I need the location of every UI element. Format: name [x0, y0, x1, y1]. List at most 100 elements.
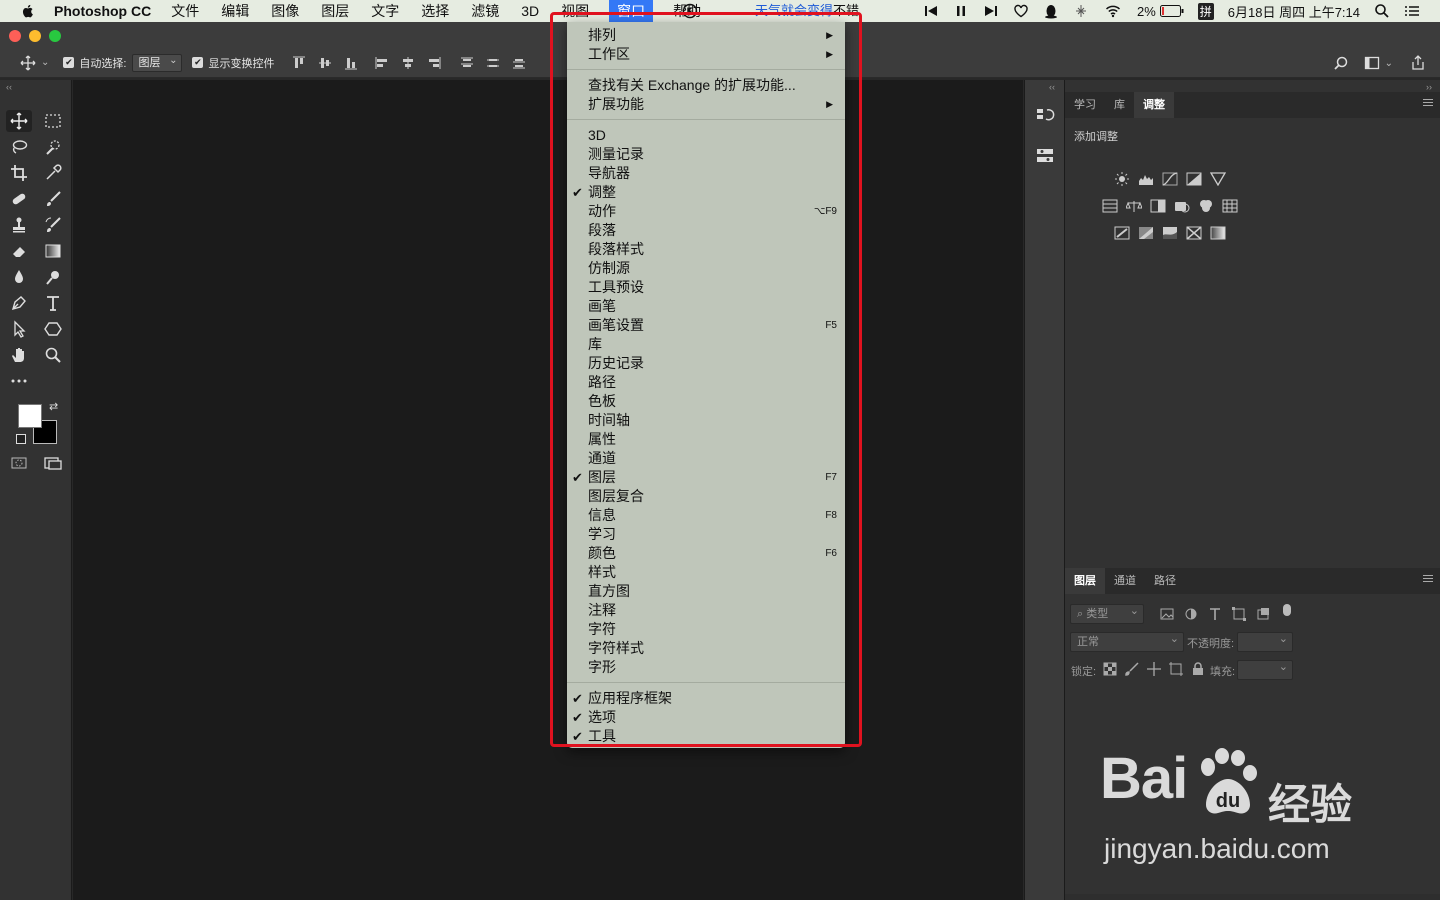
opacity-field[interactable]	[1237, 630, 1293, 652]
window-menu-item[interactable]: 3D	[567, 126, 845, 145]
window-menu-item[interactable]: 仿制源	[567, 259, 845, 278]
share-icon[interactable]	[1410, 55, 1426, 71]
menu-type[interactable]: 文字	[369, 0, 401, 22]
window-menu-item[interactable]: ✔ 工具	[567, 727, 845, 746]
menu-filter[interactable]: 滤镜	[469, 0, 501, 22]
auto-select-checkbox[interactable]: ✔	[63, 57, 75, 68]
clone-stamp-tool[interactable]	[6, 214, 32, 236]
window-menu-item[interactable]: 学习	[567, 525, 845, 544]
window-menu-item[interactable]: 颜色 F6	[567, 544, 845, 563]
window-menu-item[interactable]: 色板	[567, 392, 845, 411]
window-menu-item[interactable]: 画笔	[567, 297, 845, 316]
next-track-icon[interactable]	[983, 3, 999, 19]
menu-3d[interactable]: 3D	[519, 0, 541, 22]
dodge-tool[interactable]	[40, 266, 66, 288]
window-menu-item[interactable]: 直方图	[567, 582, 845, 601]
pause-icon[interactable]	[953, 3, 969, 19]
panel-menu-icon[interactable]	[1423, 99, 1433, 109]
align-right-icon[interactable]	[426, 55, 442, 71]
window-menu-item[interactable]: 字符	[567, 620, 845, 639]
heart-icon[interactable]	[1013, 3, 1029, 19]
window-menu-item[interactable]: 字形	[567, 658, 845, 677]
blend-mode-dropdown[interactable]: 正常	[1070, 630, 1184, 652]
menu-image[interactable]: 图像	[269, 0, 301, 22]
marquee-tool[interactable]	[40, 110, 66, 132]
window-menu-item[interactable]: 扩展功能 ▶	[567, 95, 845, 114]
window-menu-item[interactable]: ✔ 选项	[567, 708, 845, 727]
window-menu-item[interactable]: 字符样式	[567, 639, 845, 658]
posterize-icon[interactable]	[1138, 226, 1154, 240]
crop-tool[interactable]	[6, 162, 32, 184]
move-tool[interactable]	[6, 110, 32, 132]
app-name[interactable]: Photoshop CC	[54, 3, 151, 19]
distribute-bottom-icon[interactable]	[511, 55, 527, 71]
clock[interactable]: 6月18日 周四 上午7:14	[1228, 2, 1360, 21]
window-menu-item[interactable]: 工作区 ▶	[567, 45, 845, 64]
channel-mixer-icon[interactable]	[1198, 199, 1214, 213]
window-menu-item[interactable]: 工具预设	[567, 278, 845, 297]
window-menu-item[interactable]: 图层复合	[567, 487, 845, 506]
tab-layers[interactable]: 图层	[1065, 568, 1105, 594]
color-lookup-icon[interactable]	[1222, 199, 1238, 213]
quick-selection-tool[interactable]	[40, 136, 66, 158]
wifi-icon[interactable]	[1103, 3, 1123, 19]
align-vcenter-icon[interactable]	[317, 55, 333, 71]
window-menu-item[interactable]: 时间轴	[567, 411, 845, 430]
window-menu-item[interactable]: 查找有关 Exchange 的扩展功能...	[567, 76, 845, 95]
brush-tool[interactable]	[40, 188, 66, 210]
tool-preset-caret[interactable]: ⌄	[41, 57, 49, 68]
tab-paths[interactable]: 路径	[1145, 568, 1185, 594]
window-menu-item[interactable]: 测量记录	[567, 145, 845, 164]
window-menu-item[interactable]: 样式	[567, 563, 845, 582]
window-menu-item[interactable]: 段落样式	[567, 240, 845, 259]
lock-position-icon[interactable]	[1146, 662, 1162, 676]
collapse-strip-icon[interactable]: ‹‹	[1049, 82, 1055, 92]
window-menu-item[interactable]: 画笔设置 F5	[567, 316, 845, 335]
network-icon[interactable]	[1073, 3, 1089, 19]
quick-mask-button[interactable]	[6, 452, 32, 474]
menu-select[interactable]: 选择	[419, 0, 451, 22]
distribute-top-icon[interactable]	[459, 55, 475, 71]
zoom-tool[interactable]	[40, 344, 66, 366]
window-menu-item[interactable]: 历史记录	[567, 354, 845, 373]
move-tool-icon[interactable]	[20, 55, 36, 71]
close-window-button[interactable]	[9, 30, 21, 42]
minimize-window-button[interactable]	[29, 30, 41, 42]
workspace-icon[interactable]	[1364, 55, 1380, 71]
window-menu-item[interactable]: ✔ 图层 F7	[567, 468, 845, 487]
lock-pixels-icon[interactable]	[1124, 662, 1140, 676]
distribute-vcenter-icon[interactable]	[485, 55, 501, 71]
filter-smart-object-icon[interactable]	[1255, 607, 1271, 621]
notification-center-icon[interactable]	[1404, 3, 1420, 19]
window-menu-item[interactable]: 动作 ⌥F9	[567, 202, 845, 221]
window-menu-item[interactable]: 通道	[567, 449, 845, 468]
history-panel-icon[interactable]	[1035, 106, 1055, 126]
align-bottom-icon[interactable]	[343, 55, 359, 71]
zoom-window-button[interactable]	[49, 30, 61, 42]
curves-icon[interactable]	[1162, 172, 1178, 186]
lock-all-icon[interactable]	[1190, 662, 1206, 676]
more-tools[interactable]	[6, 370, 32, 392]
screen-mode-button[interactable]	[40, 452, 66, 474]
align-hcenter-icon[interactable]	[400, 55, 416, 71]
window-menu-item[interactable]: 属性	[567, 430, 845, 449]
window-menu-item[interactable]: 段落	[567, 221, 845, 240]
gradient-map-icon[interactable]	[1210, 226, 1226, 240]
lock-transparent-icon[interactable]	[1102, 662, 1118, 676]
spotlight-search-icon[interactable]	[1374, 3, 1390, 19]
show-transform-checkbox[interactable]: ✔	[192, 57, 204, 68]
menu-window[interactable]: 窗口	[609, 0, 654, 22]
filter-toggle-icon[interactable]	[1283, 604, 1291, 616]
workspace-caret[interactable]: ⌄	[1385, 58, 1393, 69]
input-method-indicator[interactable]: 拼	[1197, 2, 1214, 20]
threshold-icon[interactable]	[1162, 226, 1178, 240]
window-menu-item[interactable]: ✔ 应用程序框架	[567, 689, 845, 708]
brightness-contrast-icon[interactable]	[1114, 172, 1130, 186]
window-menu-item[interactable]: 库	[567, 335, 845, 354]
auto-select-dropdown[interactable]: 图层	[132, 53, 183, 72]
blur-tool[interactable]	[6, 266, 32, 288]
eyedropper-tool[interactable]	[40, 162, 66, 184]
eraser-tool[interactable]	[6, 240, 32, 262]
menu-view[interactable]: 视图	[559, 0, 591, 22]
filter-adjustment-icon[interactable]	[1183, 607, 1199, 621]
